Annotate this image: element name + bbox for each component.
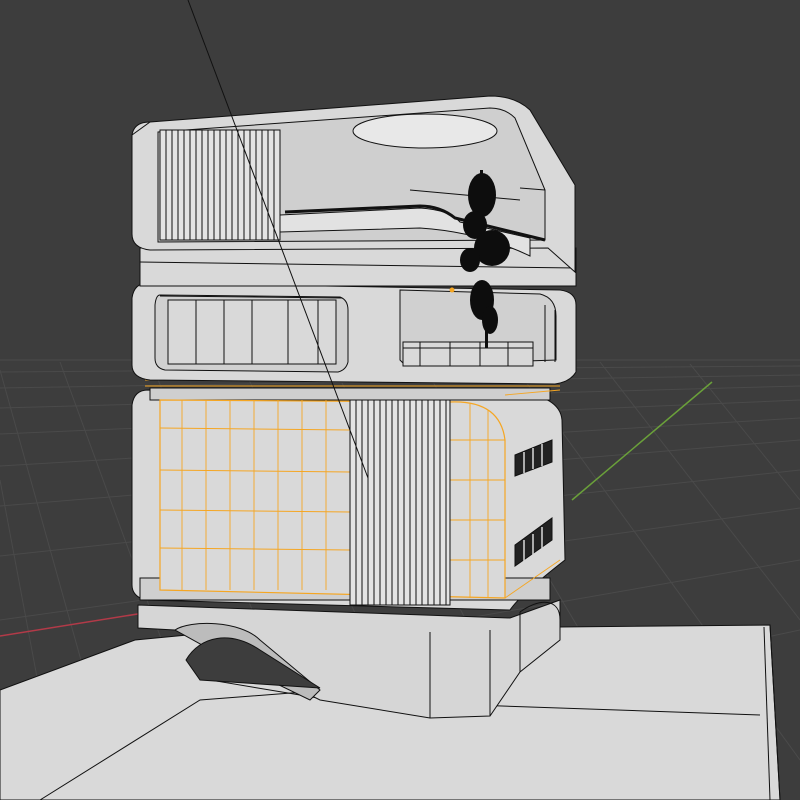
roof-skylight (352, 113, 498, 149)
selected-vertex-dot (449, 287, 455, 293)
3d-viewport[interactable] (0, 0, 800, 800)
building-middle-floor (131, 282, 577, 385)
vertical-fins-lower (349, 399, 451, 606)
floor-band (139, 247, 577, 287)
